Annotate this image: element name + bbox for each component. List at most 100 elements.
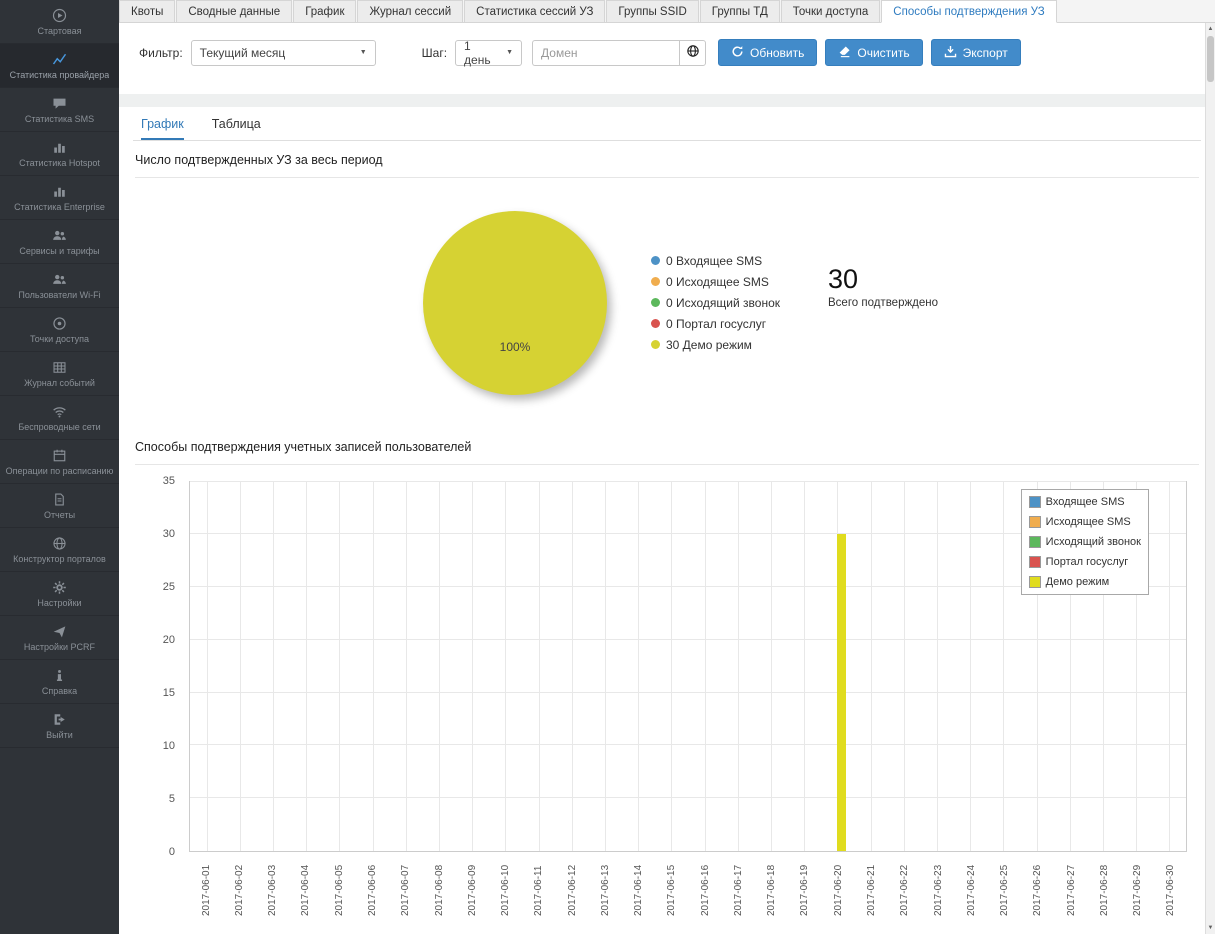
subtab-grafik[interactable]: График — [141, 117, 184, 140]
legend-text: 0 Портал госуслуг — [666, 317, 766, 331]
x-tick-label: 2017-06-06 — [367, 865, 378, 916]
sidebar-item-access-points[interactable]: Точки доступа — [0, 308, 119, 352]
sidebar-item-portal-builder[interactable]: Конструктор порталов — [0, 528, 119, 572]
x-tick-label: 2017-06-17 — [733, 865, 744, 916]
v-gridline — [373, 482, 374, 851]
legend-text: Портал госуслуг — [1046, 556, 1129, 568]
tab-svodnye-dannye[interactable]: Сводные данные — [176, 0, 292, 22]
sidebar-item-wireless-networks[interactable]: Беспроводные сети — [0, 396, 119, 440]
chevron-down-icon: ▼ — [506, 49, 513, 56]
sidebar-item-services-tariffs[interactable]: Сервисы и тарифы — [0, 220, 119, 264]
sidebar-item-hotspot-stats[interactable]: Статистика Hotspot — [0, 132, 119, 176]
bar-legend: Входящее SMSИсходящее SMSИсходящий звоно… — [1021, 489, 1149, 595]
v-gridline — [539, 482, 540, 851]
x-tick-label: 2017-06-08 — [434, 865, 445, 916]
top-tabbar: Квоты Сводные данные График Журнал сесси… — [119, 0, 1215, 23]
total-confirmed-label: Всего подтверждено — [828, 297, 938, 309]
sidebar-item-label: Беспроводные сети — [18, 423, 100, 432]
tab-gruppy-ssid[interactable]: Группы SSID — [606, 0, 698, 22]
filter-row: Фильтр: Текущий месяц ▼ Шаг: 1 день ▼ Об… — [139, 39, 1195, 66]
vertical-scrollbar[interactable]: ▲ ▼ — [1205, 23, 1215, 934]
x-tick-label: 2017-06-21 — [866, 865, 877, 916]
v-gridline — [1169, 482, 1170, 851]
scroll-down-icon[interactable]: ▼ — [1206, 925, 1215, 931]
export-button[interactable]: Экспорт — [931, 39, 1021, 66]
sidebar-item-label: Сервисы и тарифы — [19, 247, 99, 256]
tab-sposoby-podtverzhdeniya-uz[interactable]: Способы подтверждения УЗ — [881, 0, 1056, 23]
view-subtabs: График Таблица — [133, 107, 1201, 141]
x-tick-label: 2017-06-11 — [533, 866, 544, 916]
y-tick-label: 10 — [163, 740, 175, 752]
sidebar-item-enterprise-stats[interactable]: Статистика Enterprise — [0, 176, 119, 220]
download-icon — [944, 45, 957, 61]
tab-grafik[interactable]: График — [293, 0, 356, 22]
export-button-label: Экспорт — [963, 46, 1008, 60]
sidebar-item-settings[interactable]: Настройки — [0, 572, 119, 616]
bar-yaxis: 05101520253035 — [133, 481, 183, 852]
sidebar-item-label: Операции по расписанию — [6, 467, 114, 476]
pie-section-title: Число подтвержденных УЗ за весь период — [135, 153, 1199, 178]
v-gridline — [904, 482, 905, 851]
bar-chart-icon — [52, 184, 67, 199]
pie: 100% — [423, 211, 607, 395]
globe-icon — [52, 536, 67, 551]
v-gridline — [240, 482, 241, 851]
tab-zhurnal-sessiy[interactable]: Журнал сессий — [357, 0, 463, 22]
reports-icon — [52, 492, 67, 507]
v-gridline — [505, 482, 506, 851]
sidebar-item-help[interactable]: Справка — [0, 660, 119, 704]
x-tick-label: 2017-06-09 — [467, 865, 478, 916]
v-gridline — [1003, 482, 1004, 851]
step-label: Шаг: — [422, 46, 447, 60]
v-gridline — [406, 482, 407, 851]
legend-text: 0 Входящее SMS — [666, 254, 762, 268]
scrollbar-thumb[interactable] — [1207, 36, 1214, 82]
refresh-button-label: Обновить — [750, 46, 804, 60]
total-confirmed-value: 30 — [828, 264, 938, 295]
sidebar-item-reports[interactable]: Отчеты — [0, 484, 119, 528]
sidebar-item-label: Пользователи Wi-Fi — [18, 291, 100, 300]
legend-text: 0 Исходящее SMS — [666, 275, 769, 289]
subtab-tablitsa[interactable]: Таблица — [212, 117, 261, 140]
v-gridline — [705, 482, 706, 851]
sidebar-item-label: Отчеты — [44, 511, 75, 520]
x-tick-label: 2017-06-01 — [201, 865, 212, 916]
x-tick-label: 2017-06-25 — [999, 865, 1010, 916]
sidebar-item-label: Статистика Hotspot — [19, 159, 100, 168]
tab-gruppy-td[interactable]: Группы ТД — [700, 0, 780, 22]
period-select[interactable]: Текущий месяц ▼ — [191, 40, 376, 66]
domain-input[interactable] — [532, 40, 679, 66]
refresh-icon — [731, 45, 744, 61]
x-tick-label: 2017-06-02 — [234, 865, 245, 916]
pie-percent-label: 100% — [423, 340, 607, 354]
tab-statistika-sessiy-uz[interactable]: Статистика сессий УЗ — [464, 0, 605, 22]
tab-kvoty[interactable]: Квоты — [119, 0, 175, 22]
sidebar-item-provider-stats[interactable]: Статистика провайдера — [0, 44, 119, 88]
v-gridline — [306, 482, 307, 851]
bar-legend-item: Портал госуслуг — [1027, 552, 1143, 572]
y-tick-label: 25 — [163, 581, 175, 593]
x-tick-label: 2017-06-26 — [1032, 865, 1043, 916]
sidebar-item-logout[interactable]: Выйти — [0, 704, 119, 748]
domain-globe-button[interactable] — [679, 40, 706, 66]
sidebar-item-scheduled-operations[interactable]: Операции по расписанию — [0, 440, 119, 484]
bar-legend-item: Демо режим — [1027, 572, 1143, 592]
sidebar-item-wifi-users[interactable]: Пользователи Wi-Fi — [0, 264, 119, 308]
x-tick-label: 2017-06-27 — [1066, 865, 1077, 916]
clear-button[interactable]: Очистить — [825, 39, 922, 66]
bar-legend-item: Исходящее SMS — [1027, 512, 1143, 532]
x-tick-label: 2017-06-28 — [1099, 865, 1110, 916]
pie-legend-item: 0 Исходящий звонок — [651, 296, 780, 310]
sidebar-item-sms-stats[interactable]: Статистика SMS — [0, 88, 119, 132]
legend-dot — [651, 340, 660, 349]
scroll-up-icon[interactable]: ▲ — [1206, 26, 1215, 32]
sidebar-item-label: Статистика SMS — [25, 115, 94, 124]
step-select[interactable]: 1 день ▼ — [455, 40, 522, 66]
bar-Демо режим — [837, 534, 846, 851]
sidebar-item-home[interactable]: Стартовая — [0, 0, 119, 44]
x-tick-label: 2017-06-16 — [700, 865, 711, 916]
sidebar-item-event-log[interactable]: Журнал событий — [0, 352, 119, 396]
sidebar-item-pcrf-settings[interactable]: Настройки PCRF — [0, 616, 119, 660]
tab-tochki-dostupa[interactable]: Точки доступа — [781, 0, 881, 22]
refresh-button[interactable]: Обновить — [718, 39, 817, 66]
